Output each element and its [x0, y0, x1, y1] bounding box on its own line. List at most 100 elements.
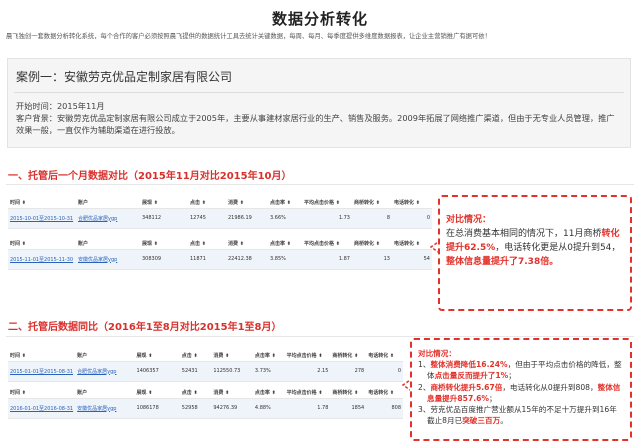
col-header-cost[interactable]: 消费 ⬍	[211, 387, 253, 399]
date-range-link[interactable]: 2015-11-01至2015-11-30	[8, 249, 76, 270]
table-header-row: 时间 ⬍ 账户 展现 ⬍ 点击 ⬍ 消费 ⬍ 点击率 ⬍ 平均点击价格 ⬍ 商桥…	[8, 238, 432, 250]
callout-item-3: 3、劳克优品百度推广营业额从15年的不足十万提升到16年截止8月已突破三百万。	[418, 405, 617, 426]
table-row: 2016-01-01至2016-08-31 安徽优品家居ygp 1086178 …	[8, 398, 403, 419]
cell-ctr: 3.85%	[268, 249, 302, 270]
cell-cost: 22412.38	[226, 249, 268, 270]
cell-bridge-conv: 278	[330, 361, 367, 382]
cell-cost: 94276.39	[211, 398, 253, 419]
cell-bridge-conv: 1854	[330, 398, 367, 419]
col-header-bridge-conv[interactable]: 商桥转化 ⬍	[330, 387, 367, 399]
col-header-impressions[interactable]: 展现 ⬍	[140, 238, 188, 250]
col-header-impressions[interactable]: 展现 ⬍	[134, 387, 180, 399]
section2-table: 时间 ⬍ 账户 展现 ⬍ 点击 ⬍ 消费 ⬍ 点击率 ⬍ 平均点击价格 ⬍ 商桥…	[8, 350, 403, 419]
col-header-avg-cpc[interactable]: 平均点击价格 ⬍	[284, 350, 331, 362]
cell-clicks: 52958	[179, 398, 212, 419]
date-range-link[interactable]: 2016-01-01至2016-08-31	[8, 398, 76, 419]
case-background-label: 客户背景：	[16, 113, 57, 123]
table-row: 2015-10-01至2015-10-31 合肥优品家居ygp 348112 1…	[8, 208, 432, 229]
col-header-avg-cpc[interactable]: 平均点击价格 ⬍	[302, 238, 352, 250]
col-header-clicks[interactable]: 点击 ⬍	[188, 238, 226, 250]
cell-clicks: 11871	[188, 249, 226, 270]
cell-cost: 21986.19	[226, 208, 268, 229]
case-box: 案例一：安徽劳克优品定制家居有限公司 开始时间：2015年11月 客户背景：安徽…	[7, 58, 631, 148]
callout-comparison-1: 对比情况： 在总消费基本相同的情况下，11月商桥转化提升62.5%，电话转化更是…	[438, 195, 632, 311]
cell-ctr: 3.73%	[252, 361, 285, 382]
callout-title: 对比情况：	[446, 215, 492, 225]
cell-bridge-conv: 8	[352, 208, 392, 229]
account-link[interactable]: 合肥优品家居ygp	[76, 208, 140, 229]
col-header-phone-conv[interactable]: 电话转化 ⬍	[392, 238, 432, 250]
col-header-ctr[interactable]: 点击率 ⬍	[252, 387, 285, 399]
col-header-bridge-conv[interactable]: 商桥转化 ⬍	[352, 197, 392, 209]
cell-avg-cpc: 1.73	[302, 208, 352, 229]
intro-text: 晨飞独创一套数据分析转化系统，每个合作的客户必须按照晨飞提供的数据统计工具去统计…	[6, 33, 491, 40]
callout-title: 对比情况：	[418, 349, 456, 358]
col-header-account: 账户	[76, 238, 140, 250]
col-header-clicks[interactable]: 点击 ⬍	[188, 197, 226, 209]
cell-ctr: 3.66%	[268, 208, 302, 229]
col-header-phone-conv[interactable]: 电话转化 ⬍	[366, 350, 403, 362]
cell-bridge-conv: 13	[352, 249, 392, 270]
callout-highlight: 整体信息量提升了7.38倍。	[446, 257, 559, 267]
col-header-phone-conv[interactable]: 电话转化 ⬍	[366, 387, 403, 399]
table-spacer	[8, 228, 432, 238]
col-header-time[interactable]: 时间 ⬍	[8, 197, 76, 209]
case-background-line: 客户背景：安徽劳克优品定制家居有限公司成立于2005年，主要从事建材家居行业的生…	[16, 112, 616, 136]
case-background-text: 安徽劳克优品定制家居有限公司成立于2005年，主要从事建材家居行业的生产、销售及…	[16, 113, 615, 135]
col-header-time[interactable]: 时间 ⬍	[8, 350, 76, 362]
col-header-cost[interactable]: 消费 ⬍	[226, 197, 268, 209]
col-header-clicks[interactable]: 点击 ⬍	[179, 387, 212, 399]
col-header-bridge-conv[interactable]: 商桥转化 ⬍	[330, 350, 367, 362]
callout-item-1: 1、整体消费降低16.24%，但由于平均点击价格的降低，整体点击量反而提升了1%…	[418, 360, 622, 381]
col-header-time[interactable]: 时间 ⬍	[8, 387, 76, 399]
cell-phone-conv: 0	[392, 208, 432, 229]
table-row: 2015-11-01至2015-11-30 安徽优品家居ygp 308309 1…	[8, 249, 432, 270]
cell-impressions: 1086178	[134, 398, 180, 419]
col-header-avg-cpc[interactable]: 平均点击价格 ⬍	[302, 197, 352, 209]
cell-clicks: 52431	[179, 361, 212, 382]
col-header-impressions[interactable]: 展现 ⬍	[134, 350, 180, 362]
account-link[interactable]: 安徽优品家居ygp	[75, 398, 135, 419]
section1-divider	[6, 184, 634, 185]
col-header-bridge-conv[interactable]: 商桥转化 ⬍	[352, 238, 392, 250]
callout-highlight: 整体消费降低16.24%	[430, 360, 508, 370]
table-row: 2015-01-01至2015-08-31 合肥优品家居ygp 1406357 …	[8, 361, 403, 382]
cell-avg-cpc: 2.15	[284, 361, 331, 382]
col-header-cost[interactable]: 消费 ⬍	[226, 238, 268, 250]
section1-table: 时间 ⬍ 账户 展现 ⬍ 点击 ⬍ 消费 ⬍ 点击率 ⬍ 平均点击价格 ⬍ 商桥…	[8, 197, 432, 270]
case-start-line: 开始时间：2015年11月	[16, 100, 105, 112]
cell-phone-conv: 0	[366, 361, 403, 382]
col-header-account: 账户	[75, 350, 135, 362]
col-header-phone-conv[interactable]: 电话转化 ⬍	[392, 197, 432, 209]
callout-highlight: 商桥转化提升5.67倍	[430, 382, 503, 392]
case-title: 案例一：安徽劳克优品定制家居有限公司	[16, 70, 233, 84]
date-range-link[interactable]: 2015-10-01至2015-10-31	[8, 208, 76, 229]
col-header-clicks[interactable]: 点击 ⬍	[179, 350, 212, 362]
case-start-label: 开始时间：	[16, 101, 57, 111]
col-header-ctr[interactable]: 点击率 ⬍	[252, 350, 285, 362]
cell-impressions: 1406357	[134, 361, 180, 382]
callout-item-2: 2、商桥转化提升5.67倍，电话转化从0提升到808，整体信息量提升857.6%…	[418, 382, 621, 403]
cell-ctr: 4.88%	[252, 398, 285, 419]
account-link[interactable]: 合肥优品家居ygp	[75, 361, 135, 382]
cell-clicks: 12745	[188, 208, 226, 229]
callout-text: ，电话转化更是从0提升到54，	[495, 243, 621, 253]
col-header-impressions[interactable]: 展现 ⬍	[140, 197, 188, 209]
table-header-row: 时间 ⬍ 账户 展现 ⬍ 点击 ⬍ 消费 ⬍ 点击率 ⬍ 平均点击价格 ⬍ 商桥…	[8, 387, 403, 399]
case-divider	[14, 92, 624, 93]
cell-impressions: 348112	[140, 208, 188, 229]
col-header-account: 账户	[76, 197, 140, 209]
account-link[interactable]: 安徽优品家居ygp	[76, 249, 140, 270]
date-range-link[interactable]: 2015-01-01至2015-08-31	[8, 361, 76, 382]
table-header-row: 时间 ⬍ 账户 展现 ⬍ 点击 ⬍ 消费 ⬍ 点击率 ⬍ 平均点击价格 ⬍ 商桥…	[8, 350, 403, 362]
col-header-cost[interactable]: 消费 ⬍	[211, 350, 253, 362]
page-title: 数据分析转化	[271, 10, 368, 28]
col-header-avg-cpc[interactable]: 平均点击价格 ⬍	[284, 387, 331, 399]
col-header-time[interactable]: 时间 ⬍	[8, 238, 76, 250]
cell-phone-conv: 54	[392, 249, 432, 270]
section2-heading: 二、托管后数据同比（2016年1至8月对比2015年1至8月）	[8, 322, 282, 333]
cell-cost: 112550.73	[211, 361, 253, 382]
col-header-ctr[interactable]: 点击率 ⬍	[268, 238, 302, 250]
col-header-ctr[interactable]: 点击率 ⬍	[268, 197, 302, 209]
cell-avg-cpc: 1.87	[302, 249, 352, 270]
